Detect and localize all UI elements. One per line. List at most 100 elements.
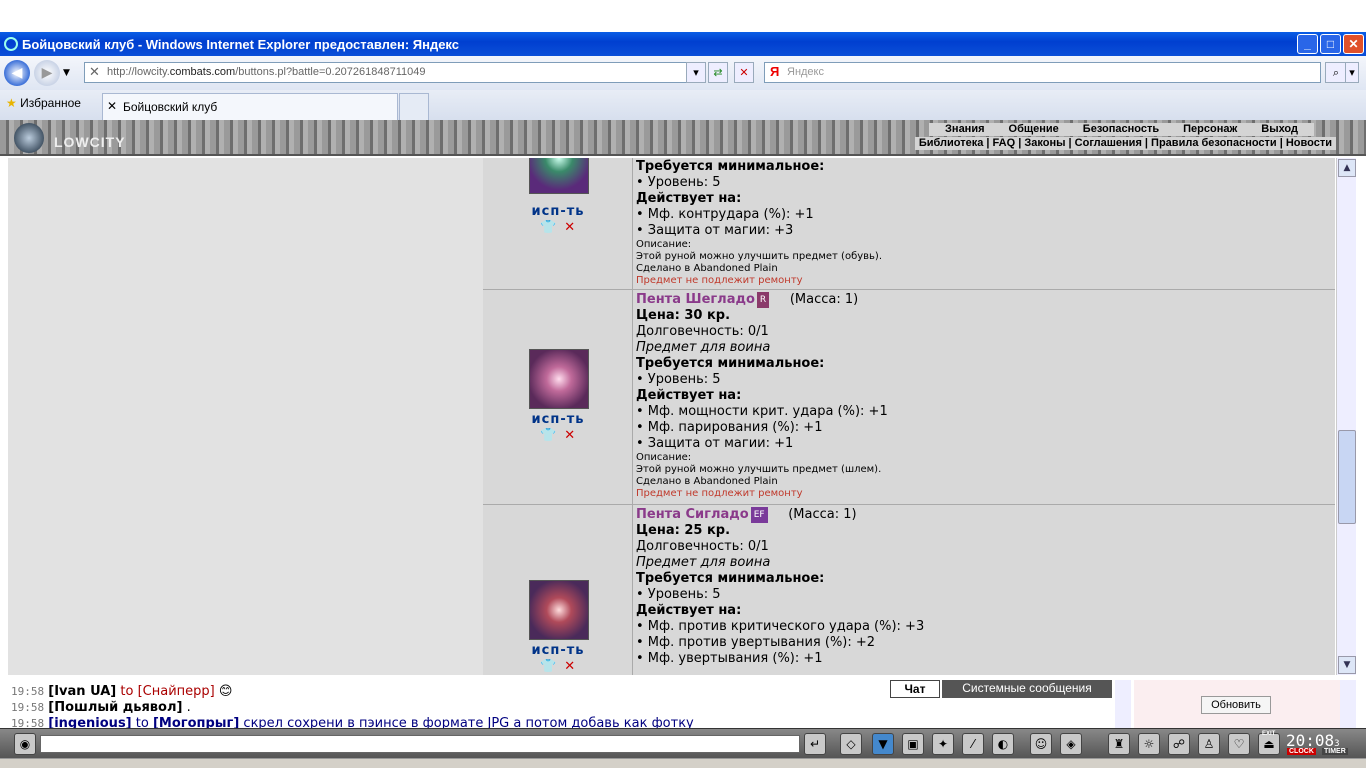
menu-knowledge[interactable]: Знания (945, 123, 984, 135)
refresh-icon[interactable]: ⇄ (708, 62, 728, 83)
refresh-button[interactable]: Обновить (1201, 696, 1271, 714)
maximize-button[interactable]: □ (1320, 34, 1341, 54)
dress-icon[interactable]: 👕 (540, 220, 556, 235)
desc-text: Этой руной можно улучшить предмет (шлем)… (636, 464, 882, 475)
game-menu-bottom[interactable]: Библиотека | FAQ | Законы | Соглашения |… (914, 137, 1336, 150)
chat-line: 19:58 [ingenious] to [Могопрыг] скрел со… (8, 716, 1128, 728)
effect: • Мф. контрудара (%): +1 (636, 207, 814, 222)
history-dropdown-icon[interactable]: ▼ (63, 68, 70, 78)
new-tab-button[interactable] (399, 93, 429, 120)
chat-sender[interactable]: [Пошлый дьявол] (48, 700, 182, 715)
item-badge: R (756, 292, 770, 308)
rune-image[interactable] (529, 158, 589, 194)
site-icon: ✕ (89, 64, 100, 79)
chat-time: 19:58 (11, 685, 45, 698)
minimize-button[interactable]: _ (1297, 34, 1318, 54)
game-bottom-bar: ◉ ↵ ◇ ▼ ▣ ✦ ⁄ ◐ ☺ ◈ ♜ ☼ ☍ ♙ ♡ ⏏ EXIT 20:… (0, 728, 1366, 758)
menu-communication[interactable]: Общение (1009, 123, 1059, 135)
clock-label[interactable]: CLOCK (1287, 748, 1316, 755)
chat-sender[interactable]: [ingenious] (48, 716, 131, 728)
chat-sender[interactable]: [Ivan UA] (48, 684, 116, 699)
ie-icon (4, 37, 18, 51)
clear-icon[interactable]: ◇ (840, 733, 862, 755)
chat-input[interactable] (40, 735, 800, 753)
req-level: • Уровень: 5 (636, 587, 721, 602)
address-path: /buttons.pl?battle=0.207261848711049 (235, 66, 426, 78)
item-mass: (Масса: 1) (788, 507, 857, 522)
use-link[interactable]: исп-ть (483, 412, 633, 427)
effect: • Мф. увертывания (%): +1 (636, 651, 823, 666)
address-bar[interactable]: ✕ http://lowcity.combats.com/buttons.pl?… (84, 62, 704, 83)
timer-label[interactable]: TIMER (1322, 748, 1348, 755)
clan-icon[interactable]: ☼ (1138, 733, 1160, 755)
back-button[interactable]: ◀ (4, 60, 30, 86)
yandex-logo: Я (770, 64, 780, 79)
menu-exit[interactable]: Выход (1261, 123, 1298, 135)
item-name[interactable]: Пента Сигладо (636, 507, 749, 522)
use-link[interactable]: исп-ть (483, 643, 633, 658)
content-scrollbar[interactable]: ▲ ▼ (1336, 158, 1356, 675)
item-mass: (Масса: 1) (789, 292, 859, 307)
helmet-icon[interactable]: ◈ (1060, 733, 1082, 755)
rune-image[interactable] (529, 349, 589, 409)
use-link[interactable]: исп-ть (483, 204, 633, 219)
item-name[interactable]: Пента Шегладо (636, 292, 755, 307)
desc-title: Описание: (636, 239, 692, 250)
fight-icon[interactable]: ✦ (932, 733, 954, 755)
stop-icon[interactable]: ✕ (734, 62, 754, 83)
online-scrollbar[interactable] (1340, 680, 1356, 728)
exit-label: EXIT (1262, 731, 1276, 737)
item-price: Цена: 30 кр. (636, 308, 731, 323)
filter-icon[interactable]: ▼ (872, 733, 894, 755)
gift-icon[interactable]: ♙ (1198, 733, 1220, 755)
chat-scrollbar[interactable] (1115, 680, 1131, 728)
repair-note: Предмет не подлежит ремонту (636, 275, 803, 286)
online-list-panel: Обновить (1134, 680, 1340, 728)
dress-icon[interactable]: 👕 (540, 659, 556, 674)
chat-target[interactable]: [Могопрыг] (153, 716, 239, 728)
delete-icon[interactable]: ✕ (564, 220, 575, 235)
scroll-thumb[interactable] (1338, 430, 1356, 524)
star-icon: ★ (6, 96, 17, 110)
tab-current[interactable]: ✕ Бойцовский клуб (102, 93, 398, 120)
menu-character[interactable]: Персонаж (1183, 123, 1237, 135)
speed-icon[interactable]: ◐ (992, 733, 1014, 755)
game-logo-icon (14, 123, 44, 153)
status-bar (0, 758, 1366, 768)
req-level: • Уровень: 5 (636, 175, 721, 190)
tab-chat[interactable]: Чат (890, 680, 940, 698)
effect: • Мф. против критического удара (%): +3 (636, 619, 925, 634)
send-icon[interactable]: ↵ (804, 733, 826, 755)
translit-icon[interactable]: ⁄ (962, 733, 984, 755)
inventory-panel: исп-ть 👕 ✕ Требуется минимальное: • Урове… (8, 158, 1335, 675)
search-icon[interactable]: ⌕ (1325, 62, 1347, 83)
scroll-down-icon[interactable]: ▼ (1338, 656, 1356, 674)
game-header: LOWCITY Знания Общение Безопасность Персона… (0, 120, 1366, 156)
window-titlebar: Бойцовский клуб - Windows Internet Explo… (0, 32, 1366, 56)
scroll-up-icon[interactable]: ▲ (1338, 159, 1356, 177)
effect: • Защита от магии: +3 (636, 223, 794, 238)
smiles-icon[interactable]: ☺ (1030, 733, 1052, 755)
favorites-button[interactable]: ★ Избранное (6, 96, 81, 110)
map-icon[interactable]: ☍ (1168, 733, 1190, 755)
close-button[interactable]: ✕ (1343, 34, 1364, 54)
item-durability: Долговечность: 0/1 (636, 539, 769, 554)
delete-icon[interactable]: ✕ (564, 428, 575, 443)
chat-time: 19:58 (11, 701, 45, 714)
delete-icon[interactable]: ✕ (564, 659, 575, 674)
friends-icon[interactable]: ♡ (1228, 733, 1250, 755)
save-icon[interactable]: ▣ (902, 733, 924, 755)
search-dropdown-icon[interactable]: ▾ (1345, 62, 1359, 83)
tab-bar: ★ Избранное ✕ Бойцовский клуб (0, 90, 1366, 120)
address-dropdown-icon[interactable]: ▾ (686, 62, 706, 83)
tab-system-messages[interactable]: Системные сообщения (942, 680, 1112, 698)
forward-button[interactable]: ▶ (34, 60, 60, 86)
menu-security[interactable]: Безопасность (1083, 123, 1159, 135)
bag-icon[interactable]: ♜ (1108, 733, 1130, 755)
search-input[interactable]: Я Яндекс (764, 62, 1321, 83)
chat-target[interactable]: [Снайперр] (138, 684, 215, 699)
chat-mode-icon[interactable]: ◉ (14, 733, 36, 755)
rune-image[interactable] (529, 580, 589, 640)
desc-text: Этой руной можно улучшить предмет (обувь… (636, 251, 883, 262)
dress-icon[interactable]: 👕 (540, 428, 556, 443)
